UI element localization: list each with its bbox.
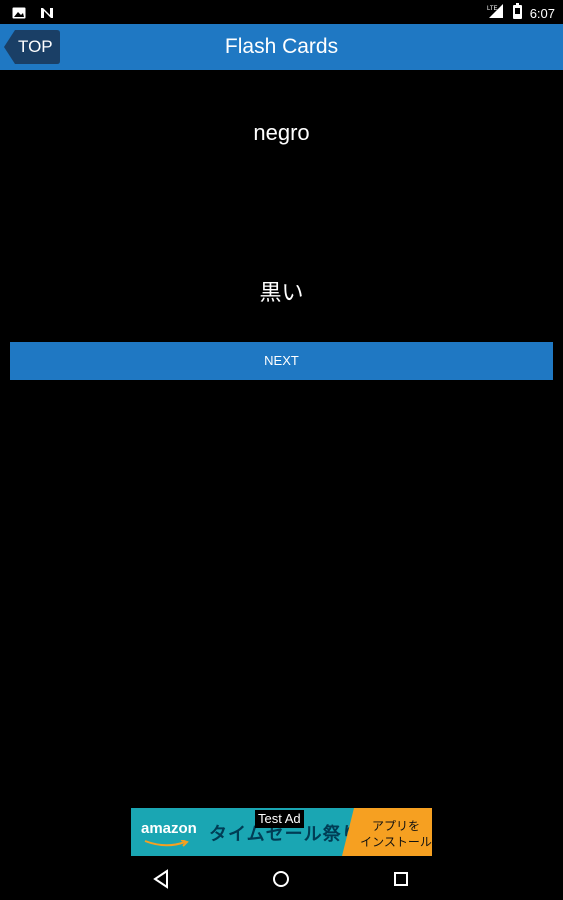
- ad-cta-line2: インストール: [360, 835, 432, 849]
- battery-icon: [512, 3, 522, 23]
- ad-cta-line1: アプリを: [371, 819, 420, 833]
- ad-install-button[interactable]: アプリを インストール: [342, 808, 432, 856]
- system-nav-bar: [0, 858, 563, 900]
- page-title: Flash Cards: [224, 35, 339, 58]
- image-icon: [12, 4, 26, 23]
- ad-brand-logo: amazon: [141, 820, 197, 837]
- status-bar: LTE 6:07: [0, 0, 563, 24]
- amazon-smile-icon: [144, 840, 189, 847]
- card-front-word: negro: [253, 120, 310, 145]
- n-app-icon: [40, 4, 54, 23]
- test-ad-badge: Test Ad: [255, 810, 304, 828]
- next-button[interactable]: NEXT: [10, 342, 553, 380]
- status-time: 6:07: [529, 5, 555, 21]
- recents-square-icon[interactable]: [388, 866, 414, 892]
- signal-lte-icon: LTE: [487, 3, 505, 23]
- svg-text:LTE: LTE: [487, 6, 498, 12]
- app-header: TOP Flash Cards: [0, 24, 563, 70]
- back-triangle-icon[interactable]: [149, 866, 175, 892]
- card-back-word: 黒い: [259, 281, 304, 306]
- home-circle-icon[interactable]: [268, 866, 294, 892]
